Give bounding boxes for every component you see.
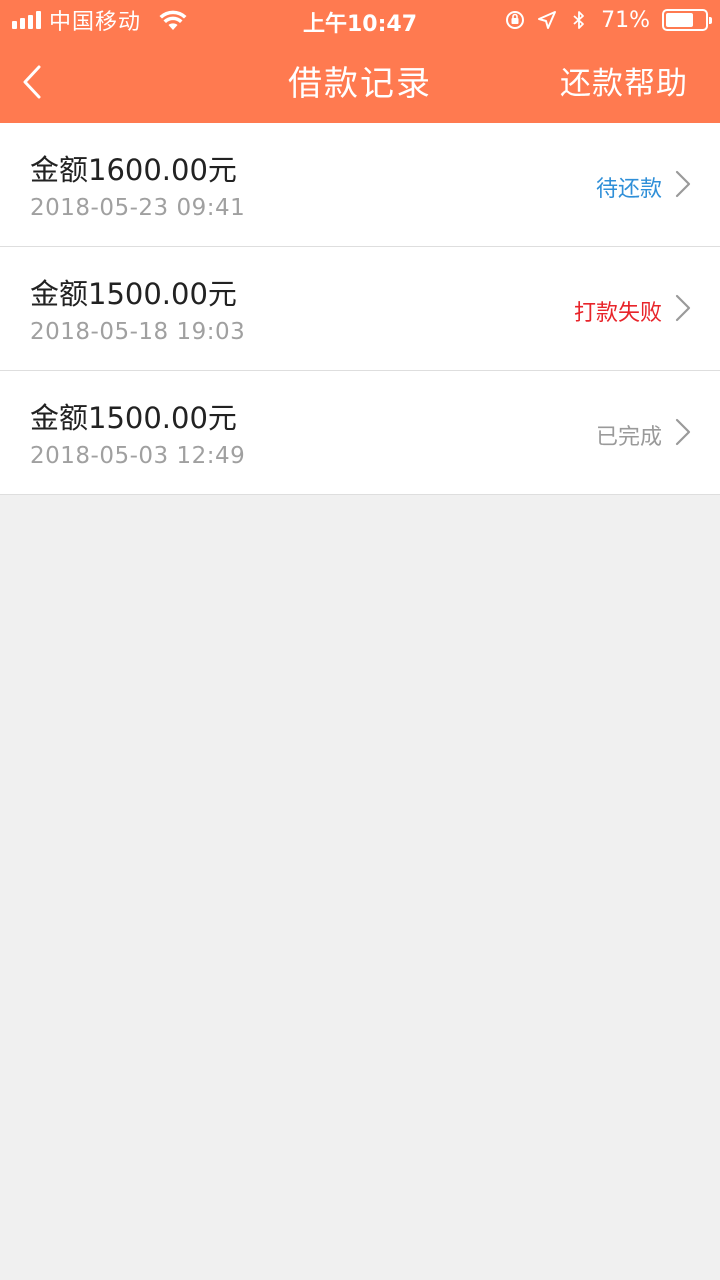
loan-datetime: 2018-05-03 12:49 bbox=[30, 443, 246, 469]
chevron-right-icon bbox=[675, 170, 691, 198]
status-right: 71% bbox=[505, 6, 712, 34]
loan-amount: 金额1500.00元 bbox=[30, 277, 237, 311]
loan-amount: 金额1600.00元 bbox=[30, 153, 237, 187]
battery-icon bbox=[662, 9, 712, 31]
loan-record-row[interactable]: 金额1500.00元 2018-05-03 12:49 已完成 bbox=[0, 371, 720, 495]
bluetooth-icon bbox=[573, 11, 584, 29]
status-bar: 中国移动 上午10:47 71% bbox=[0, 0, 720, 40]
status-label: 待还款 bbox=[595, 177, 662, 202]
orientation-lock-icon bbox=[506, 11, 525, 29]
chevron-right-icon bbox=[675, 418, 691, 446]
loan-amount: 金额1500.00元 bbox=[30, 401, 237, 435]
battery-percent: 71% bbox=[601, 7, 650, 33]
status-label: 打款失败 bbox=[573, 301, 662, 326]
loan-record-row[interactable]: 金额1600.00元 2018-05-23 09:41 待还款 bbox=[0, 123, 720, 247]
loan-record-row[interactable]: 金额1500.00元 2018-05-18 19:03 打款失败 bbox=[0, 247, 720, 371]
loan-datetime: 2018-05-18 19:03 bbox=[30, 319, 246, 345]
nav-bar: 借款记录 还款帮助 bbox=[0, 40, 720, 123]
loan-record-list: 金额1600.00元 2018-05-23 09:41 待还款 金额1500.0… bbox=[0, 123, 720, 495]
header: 中国移动 上午10:47 71% 借款记录 还款帮助 bbox=[0, 0, 720, 123]
loan-datetime: 2018-05-23 09:41 bbox=[30, 195, 246, 221]
repayment-help-button[interactable]: 还款帮助 bbox=[560, 58, 688, 103]
battery-fill bbox=[666, 13, 693, 27]
chevron-right-icon bbox=[675, 294, 691, 322]
status-label: 已完成 bbox=[595, 425, 662, 450]
location-arrow-icon bbox=[538, 11, 557, 29]
